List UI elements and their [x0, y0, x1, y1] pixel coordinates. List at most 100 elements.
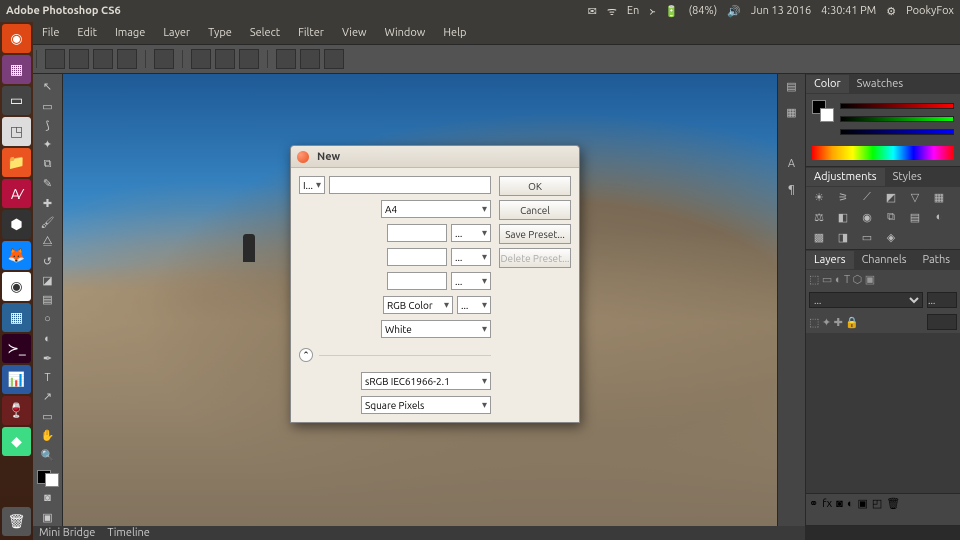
resolution-input[interactable] — [387, 272, 447, 290]
path-tool-icon[interactable]: ↗ — [36, 388, 60, 405]
color-mode-select[interactable]: RGB Color — [383, 296, 453, 314]
history-panel-icon[interactable]: ▤ — [782, 80, 802, 98]
vibrance-icon[interactable]: ▽ — [906, 191, 924, 205]
option-button[interactable] — [215, 49, 235, 69]
bw-icon[interactable]: ◧ — [834, 211, 852, 225]
posterize-icon[interactable]: ▩ — [810, 231, 828, 245]
trash-icon[interactable]: 🗑 — [2, 507, 31, 536]
option-button[interactable] — [93, 49, 113, 69]
launcher-icon[interactable]: ◆ — [2, 427, 31, 456]
chrome-icon[interactable]: ◉ — [2, 272, 31, 301]
option-button[interactable] — [239, 49, 259, 69]
green-slider[interactable] — [840, 116, 954, 126]
menu-layer[interactable]: Layer — [155, 25, 198, 41]
cancel-button[interactable]: Cancel — [499, 200, 571, 220]
wifi-icon[interactable]: ᯤ — [607, 4, 617, 19]
hand-tool-icon[interactable]: ✋ — [36, 427, 60, 444]
curves-icon[interactable]: ⟋ — [858, 191, 876, 205]
zoom-tool-icon[interactable]: 🔍 — [36, 446, 60, 463]
color-swatch[interactable] — [37, 470, 59, 487]
color-profile-select[interactable]: sRGB IEC61966-2.1 — [361, 372, 491, 390]
eraser-tool-icon[interactable]: ◪ — [36, 272, 60, 289]
height-input[interactable] — [387, 248, 447, 266]
photo-filter-icon[interactable]: ◉ — [858, 211, 876, 225]
blue-slider[interactable] — [840, 129, 954, 139]
launcher-icon[interactable]: ▦ — [2, 55, 31, 84]
option-button[interactable] — [324, 49, 344, 69]
advanced-toggle[interactable]: ⌃ — [299, 348, 313, 362]
dash-icon[interactable]: ◉ — [2, 24, 31, 53]
option-button[interactable] — [300, 49, 320, 69]
new-layer-icon[interactable]: ◰ — [872, 497, 882, 510]
group-icon[interactable]: ▣ — [857, 497, 867, 510]
background-select[interactable]: White — [381, 320, 491, 338]
threshold-icon[interactable]: ◨ — [834, 231, 852, 245]
clock-date[interactable]: Jun 13 2016 — [751, 5, 811, 17]
language-indicator[interactable]: En — [627, 5, 639, 17]
lock-icons[interactable]: ⬚ ✦ ✚ 🔒 — [809, 316, 859, 329]
document-name-input[interactable] — [329, 176, 491, 194]
stamp-tool-icon[interactable]: ⧋ — [36, 233, 60, 250]
fx-icon[interactable]: fx — [822, 498, 832, 510]
menu-help[interactable]: Help — [435, 25, 474, 41]
option-button[interactable] — [191, 49, 211, 69]
height-unit-select[interactable]: ... — [451, 248, 491, 266]
name-label-select[interactable]: I... — [299, 176, 325, 194]
fill-input[interactable] — [927, 314, 957, 330]
layers-list[interactable] — [806, 333, 960, 493]
exposure-icon[interactable]: ◩ — [882, 191, 900, 205]
battery-icon[interactable]: 🔋 — [665, 5, 679, 18]
menu-file[interactable]: File — [34, 25, 67, 41]
files-icon[interactable]: 📁 — [2, 148, 31, 177]
tab-layers[interactable]: Layers — [806, 251, 854, 269]
menu-view[interactable]: View — [334, 25, 375, 41]
bluetooth-icon[interactable]: ᚛ — [649, 5, 655, 18]
adjustment-layer-icon[interactable]: ◐ — [847, 498, 854, 510]
tab-swatches[interactable]: Swatches — [849, 75, 911, 93]
opacity-input[interactable] — [927, 292, 957, 308]
type-tool-icon[interactable]: T — [36, 369, 60, 386]
tab-timeline[interactable]: Timeline — [107, 527, 150, 539]
menu-select[interactable]: Select — [242, 25, 288, 41]
delete-layer-icon[interactable]: 🗑 — [886, 497, 900, 510]
menu-image[interactable]: Image — [107, 25, 153, 41]
gear-icon[interactable]: ⚙ — [886, 5, 896, 18]
lasso-tool-icon[interactable]: ⟆ — [36, 117, 60, 134]
close-icon[interactable] — [297, 151, 309, 163]
selective-color-icon[interactable]: ◈ — [882, 231, 900, 245]
option-button[interactable] — [154, 49, 174, 69]
tab-channels[interactable]: Channels — [854, 251, 915, 269]
lookup-icon[interactable]: ▤ — [906, 211, 924, 225]
gradient-map-icon[interactable]: ▭ — [858, 231, 876, 245]
dodge-tool-icon[interactable]: ◐ — [36, 330, 60, 347]
user-name[interactable]: PookyFox — [906, 5, 954, 17]
invert-icon[interactable]: ◐ — [930, 211, 948, 225]
menu-filter[interactable]: Filter — [290, 25, 332, 41]
terminal-icon[interactable]: ≻_ — [2, 334, 31, 363]
eyedropper-tool-icon[interactable]: ✎ — [36, 175, 60, 192]
actions-panel-icon[interactable]: ▦ — [782, 106, 802, 124]
hue-icon[interactable]: ▦ — [930, 191, 948, 205]
spectrum-bar[interactable] — [812, 146, 954, 160]
resolution-unit-select[interactable]: ... — [451, 272, 491, 290]
launcher-icon[interactable]: 📊 — [2, 365, 31, 394]
tab-mini-bridge[interactable]: Mini Bridge — [39, 527, 95, 539]
balance-icon[interactable]: ⚖ — [810, 211, 828, 225]
mail-icon[interactable]: ✉ — [588, 5, 597, 18]
blur-tool-icon[interactable]: ○ — [36, 311, 60, 328]
screenmode-icon[interactable]: ▣ — [36, 509, 60, 526]
preset-select[interactable]: A4 — [381, 200, 491, 218]
character-panel-icon[interactable]: A — [782, 158, 802, 176]
option-button[interactable] — [276, 49, 296, 69]
firefox-icon[interactable]: 🦊 — [2, 241, 31, 270]
pixel-aspect-select[interactable]: Square Pixels — [361, 396, 491, 414]
launcher-icon[interactable]: ⬢ — [2, 210, 31, 239]
option-button[interactable] — [117, 49, 137, 69]
delete-preset-button[interactable]: Delete Preset... — [499, 248, 571, 268]
mask-icon[interactable]: ◙ — [836, 498, 843, 510]
paragraph-panel-icon[interactable]: ¶ — [782, 184, 802, 202]
color-depth-select[interactable]: ... — [457, 296, 491, 314]
link-layers-icon[interactable]: ⚭ — [809, 497, 818, 510]
save-preset-button[interactable]: Save Preset... — [499, 224, 571, 244]
pen-tool-icon[interactable]: ✒ — [36, 349, 60, 366]
